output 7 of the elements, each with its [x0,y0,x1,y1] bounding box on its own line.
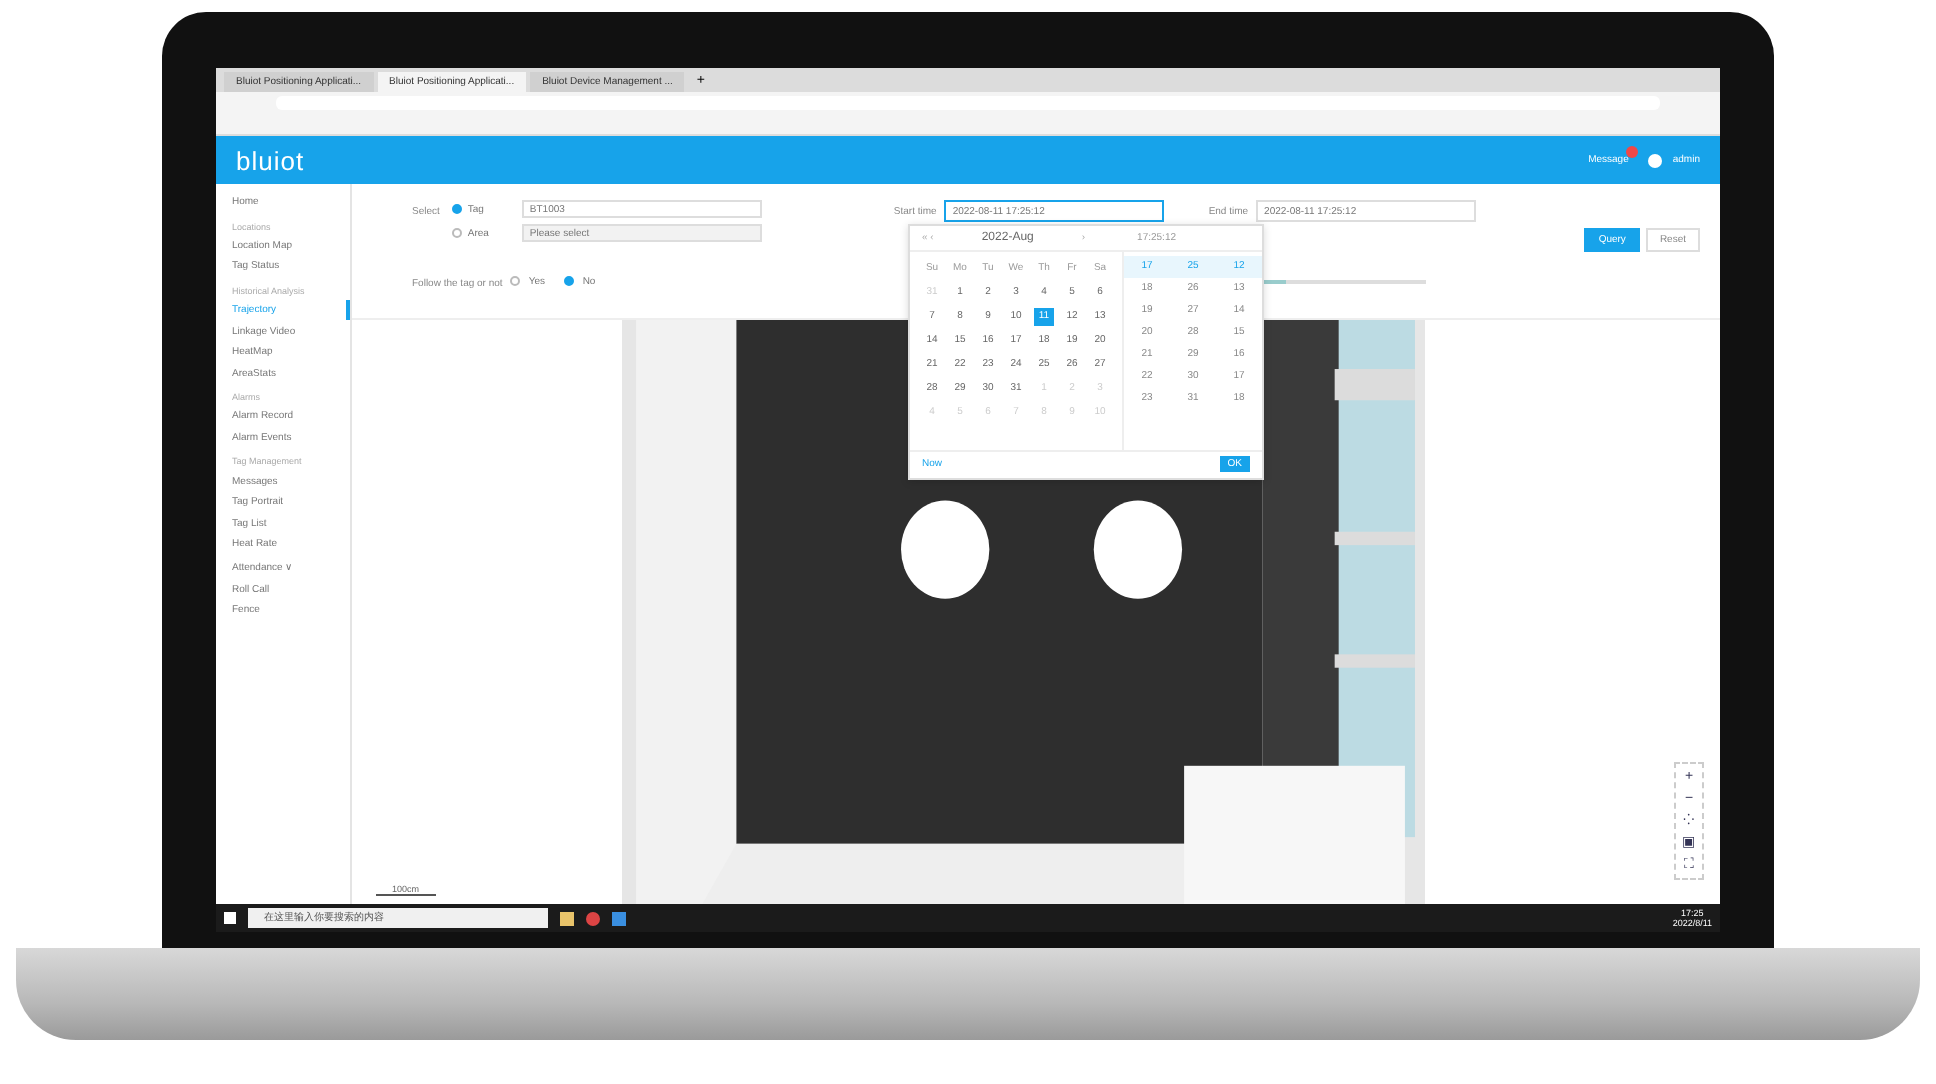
avatar-icon[interactable] [1648,153,1663,167]
radio-button[interactable] [451,204,462,214]
radio-button[interactable] [510,276,521,286]
windows-start-icon[interactable] [224,912,236,924]
logo: bluiot [236,145,305,175]
radio-button[interactable] [564,276,575,286]
radio-button[interactable] [451,228,462,238]
